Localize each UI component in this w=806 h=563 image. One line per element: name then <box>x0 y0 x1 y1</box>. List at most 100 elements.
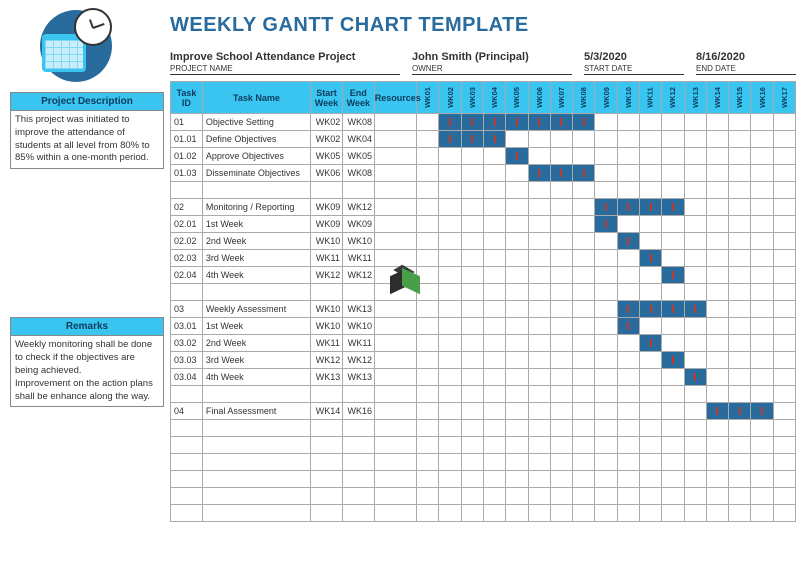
gantt-cell <box>461 250 483 267</box>
gantt-cell <box>573 488 595 505</box>
gantt-cell <box>550 386 572 403</box>
gantt-cell <box>617 369 639 386</box>
cell-sw: WK12 <box>311 352 343 369</box>
gantt-cell <box>773 114 795 131</box>
gantt-cell <box>773 284 795 301</box>
gantt-cell <box>639 199 661 216</box>
gantt-cell <box>506 148 528 165</box>
gantt-cell <box>729 386 751 403</box>
gantt-cell <box>729 114 751 131</box>
gantt-cell <box>773 199 795 216</box>
gantt-cell <box>751 437 773 454</box>
gantt-cell <box>439 437 461 454</box>
gantt-cell <box>773 335 795 352</box>
gantt-cell <box>684 318 706 335</box>
cell-name: 4th Week <box>202 369 310 386</box>
gantt-cell <box>706 318 728 335</box>
gantt-cell <box>439 216 461 233</box>
gantt-cell <box>662 301 684 318</box>
cell-res <box>374 369 416 386</box>
table-row: 04Final AssessmentWK14WK16 <box>171 403 796 420</box>
gantt-cell <box>617 216 639 233</box>
gantt-cell <box>461 403 483 420</box>
gantt-cell <box>506 165 528 182</box>
cell-res <box>374 318 416 335</box>
gantt-cell <box>506 437 528 454</box>
cell-ew <box>342 420 374 437</box>
gantt-cell <box>483 369 505 386</box>
gantt-cell <box>639 114 661 131</box>
gantt-cell <box>706 131 728 148</box>
gantt-cell <box>439 454 461 471</box>
col-header-week: WK14 <box>706 82 728 114</box>
gantt-cell <box>751 335 773 352</box>
gantt-cell <box>483 182 505 199</box>
gantt-cell <box>684 148 706 165</box>
gantt-cell <box>483 437 505 454</box>
gantt-cell <box>617 318 639 335</box>
gantt-bar <box>662 199 683 215</box>
table-row <box>171 505 796 522</box>
gantt-cell <box>662 233 684 250</box>
col-header-week: WK11 <box>639 82 661 114</box>
gantt-cell <box>573 471 595 488</box>
gantt-cell <box>706 471 728 488</box>
gantt-cell <box>595 488 617 505</box>
gantt-cell <box>773 250 795 267</box>
col-header-resources: Resources <box>374 82 416 114</box>
project-description-header: Project Description <box>10 92 164 111</box>
table-row <box>171 182 796 199</box>
gantt-cell <box>751 182 773 199</box>
gantt-cell <box>461 182 483 199</box>
gantt-cell <box>684 284 706 301</box>
cell-name <box>202 420 310 437</box>
gantt-cell <box>550 488 572 505</box>
gantt-cell <box>417 505 439 522</box>
gantt-cell <box>773 454 795 471</box>
gantt-cell <box>684 267 706 284</box>
gantt-cell <box>617 505 639 522</box>
cell-sw: WK09 <box>311 199 343 216</box>
gantt-bar <box>640 301 661 317</box>
gantt-cell <box>773 301 795 318</box>
gantt-cell <box>617 199 639 216</box>
cell-sw: WK14 <box>311 403 343 420</box>
gantt-cell <box>617 148 639 165</box>
gantt-bar <box>595 199 616 215</box>
gantt-cell <box>528 369 550 386</box>
gantt-cell <box>706 369 728 386</box>
table-row: 02Monitoring / ReportingWK09WK12 <box>171 199 796 216</box>
cell-ew <box>342 471 374 488</box>
gantt-cell <box>550 199 572 216</box>
cell-ew <box>342 182 374 199</box>
gantt-cell <box>439 403 461 420</box>
gantt-cell <box>729 420 751 437</box>
gantt-cell <box>528 454 550 471</box>
gantt-cell <box>573 284 595 301</box>
gantt-bar <box>573 165 594 181</box>
gantt-cell <box>439 233 461 250</box>
gantt-cell <box>483 114 505 131</box>
gantt-cell <box>751 250 773 267</box>
gantt-cell <box>528 352 550 369</box>
gantt-cell <box>461 216 483 233</box>
gantt-cell <box>617 250 639 267</box>
gantt-bar <box>439 114 460 130</box>
gantt-cell <box>483 199 505 216</box>
cell-name: Final Assessment <box>202 403 310 420</box>
cell-id: 02.04 <box>171 267 203 284</box>
cell-name <box>202 505 310 522</box>
gantt-cell <box>483 165 505 182</box>
gantt-cell <box>506 199 528 216</box>
gantt-cell <box>439 199 461 216</box>
project-description-box: Project Description This project was ini… <box>10 92 164 169</box>
cell-res <box>374 216 416 233</box>
col-header-week: WK06 <box>528 82 550 114</box>
gantt-cell <box>662 267 684 284</box>
gantt-cell <box>550 216 572 233</box>
cell-id <box>171 454 203 471</box>
gantt-cell <box>573 335 595 352</box>
gantt-cell <box>550 182 572 199</box>
gantt-cell <box>662 437 684 454</box>
gantt-cell <box>573 505 595 522</box>
